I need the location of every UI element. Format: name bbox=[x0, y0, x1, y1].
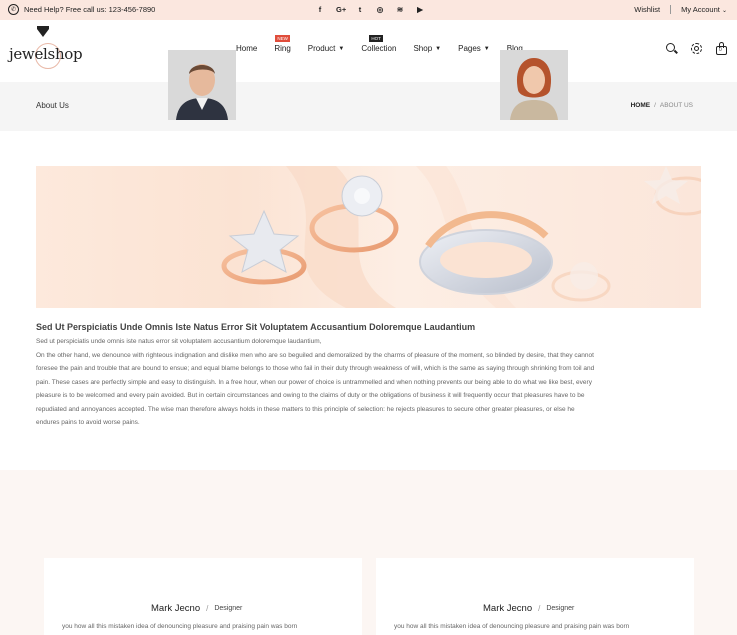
team-member-name-line: Mark Jecno / Designer bbox=[151, 603, 242, 614]
nav-label: Ring bbox=[274, 44, 291, 53]
breadcrumb: HOME / ABOUT US bbox=[631, 102, 693, 109]
male-portrait bbox=[168, 50, 236, 120]
nav-item-ring[interactable]: NEW Ring bbox=[274, 35, 291, 53]
nav-label: Product bbox=[307, 44, 336, 53]
whatsapp-icon: ✆ bbox=[8, 4, 19, 15]
help-text: Need Help? Free call us: 123-456-7890 bbox=[24, 5, 156, 14]
top-bar: ✆ Need Help? Free call us: 123-456-7890 … bbox=[0, 0, 737, 20]
team-member-name-line: Mark Jecno / Designer bbox=[483, 603, 574, 614]
social-links: f G+ t ◎ ≋ ▶ bbox=[316, 5, 424, 14]
my-account-label: My Account bbox=[681, 5, 720, 14]
main-nav: Home NEW Ring Product ▼ HOT Collection S… bbox=[236, 35, 540, 53]
nav-item-pages[interactable]: Pages ▼ bbox=[458, 44, 490, 53]
female-portrait bbox=[500, 50, 568, 120]
name-separator: / bbox=[206, 604, 209, 613]
member-name: Mark Jecno bbox=[483, 603, 533, 614]
nav-label: Home bbox=[236, 44, 258, 53]
nav-item-product[interactable]: Product ▼ bbox=[308, 44, 345, 53]
instagram-icon[interactable]: ◎ bbox=[376, 5, 384, 14]
shopping-bag-icon[interactable]: 0 bbox=[715, 42, 728, 55]
member-role: Designer bbox=[214, 605, 243, 612]
chevron-down-icon: ⌄ bbox=[721, 8, 727, 14]
name-separator: / bbox=[538, 604, 541, 613]
google-plus-icon[interactable]: G+ bbox=[336, 5, 346, 14]
paragraph-line: endures pains to avoid worse pains. bbox=[36, 419, 140, 427]
nav-item-shop[interactable]: Shop ▼ bbox=[413, 44, 441, 53]
member-bio: you how all this mistaken idea of denoun… bbox=[62, 623, 298, 630]
divider bbox=[670, 5, 672, 14]
chevron-down-icon: ▼ bbox=[435, 45, 442, 52]
nav-item-home[interactable]: Home bbox=[236, 44, 257, 53]
member-bio: you how all this mistaken idea of denoun… bbox=[394, 623, 630, 630]
nav-label: Shop bbox=[413, 44, 433, 53]
member-name: Mark Jecno bbox=[151, 603, 201, 614]
about-content: Sed Ut Perspiciatis Unde Omnis Iste Natu… bbox=[36, 322, 701, 429]
page-title-band: About Us HOME / ABOUT US bbox=[0, 82, 737, 131]
about-banner-image bbox=[36, 166, 701, 308]
hot-badge: HOT bbox=[369, 35, 383, 42]
nav-label: Collection bbox=[361, 44, 397, 53]
avatar bbox=[500, 50, 568, 120]
rss-icon[interactable]: ≋ bbox=[396, 5, 404, 14]
diamond-base bbox=[37, 29, 49, 37]
header-actions: 0 bbox=[665, 42, 728, 55]
content-paragraph: On the other hand, we denounce with righ… bbox=[36, 349, 701, 429]
avatar bbox=[168, 50, 236, 120]
new-badge: NEW bbox=[275, 35, 290, 42]
cart-count: 0 bbox=[719, 47, 722, 53]
nav-label: Pages bbox=[458, 44, 481, 53]
site-header: jewelshop Home NEW Ring Product ▼ HOT Co… bbox=[0, 20, 737, 82]
help-line: ✆ Need Help? Free call us: 123-456-7890 bbox=[8, 4, 155, 15]
chevron-down-icon: ▼ bbox=[483, 45, 490, 52]
site-logo[interactable]: jewelshop bbox=[9, 26, 89, 69]
breadcrumb-home[interactable]: HOME bbox=[631, 102, 651, 109]
paragraph-line: pain. These cases are perfectly simple a… bbox=[36, 378, 592, 386]
account-links: Wishlist My Account ⌄ bbox=[634, 5, 727, 14]
paragraph-line: On the other hand, we denounce with righ… bbox=[36, 352, 594, 359]
logo-text: jewelshop bbox=[9, 45, 83, 63]
twitter-icon[interactable]: t bbox=[356, 5, 364, 14]
paragraph-line: foresee the pain and trouble that are bo… bbox=[36, 365, 595, 373]
breadcrumb-separator: / bbox=[654, 102, 656, 109]
page-title: About Us bbox=[36, 101, 69, 110]
youtube-icon[interactable]: ▶ bbox=[416, 5, 424, 14]
chevron-down-icon: ▼ bbox=[338, 45, 345, 52]
member-role: Designer bbox=[546, 605, 575, 612]
search-icon[interactable] bbox=[665, 42, 678, 55]
breadcrumb-current: ABOUT US bbox=[659, 102, 693, 109]
my-account-link[interactable]: My Account ⌄ bbox=[681, 5, 727, 14]
content-subline: Sed ut perspiciatis unde omnis iste natu… bbox=[36, 338, 322, 345]
paragraph-line: repudiated and annoyances accepted. The … bbox=[36, 405, 575, 413]
team-section bbox=[0, 470, 737, 635]
paragraph-line: pleasure is to be welcomed and every pai… bbox=[36, 392, 585, 400]
nav-item-collection[interactable]: HOT Collection bbox=[361, 35, 397, 53]
rings-illustration bbox=[221, 166, 701, 308]
content-heading: Sed Ut Perspiciatis Unde Omnis Iste Natu… bbox=[36, 322, 476, 332]
facebook-icon[interactable]: f bbox=[316, 5, 324, 14]
wishlist-link[interactable]: Wishlist bbox=[634, 5, 660, 14]
gear-icon[interactable] bbox=[690, 42, 703, 55]
